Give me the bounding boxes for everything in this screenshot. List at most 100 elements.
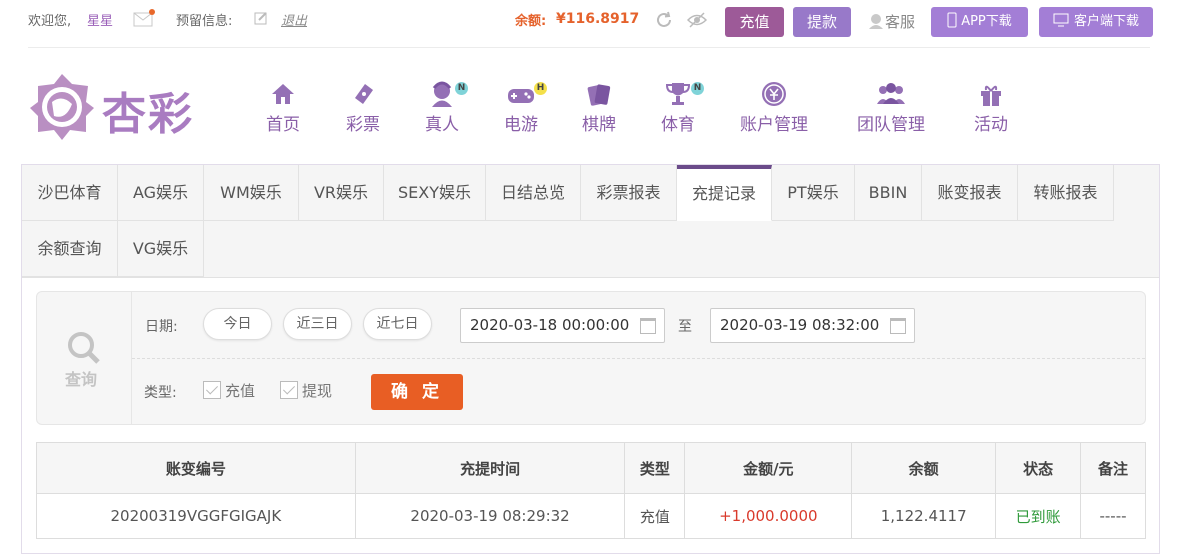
tab-balance-query[interactable]: 余额查询 [22, 221, 118, 277]
transaction-remark: ----- [1080, 493, 1146, 539]
form-divider [132, 358, 1145, 359]
transaction-id: 20200319VGGFGIGAJK [36, 493, 356, 539]
nav-live[interactable]: N 真人 [425, 80, 468, 135]
nav-account[interactable]: 账户管理 [740, 80, 808, 135]
gift-icon [981, 85, 1001, 106]
withdraw-checkbox[interactable]: 提现 [280, 380, 332, 401]
balance-label: 余额: [515, 14, 547, 29]
nav-activity[interactable]: 活动 [974, 80, 1008, 135]
home-icon [272, 84, 294, 104]
nav-label: 真人 [425, 115, 459, 135]
table-header-row: 账变编号 充提时间 类型 金额/元 余额 状态 备注 [36, 442, 1146, 494]
calendar-icon[interactable] [640, 318, 656, 334]
nav-team[interactable]: 团队管理 [857, 80, 925, 135]
client-download-button[interactable]: 客户端下载 [1039, 7, 1153, 37]
edit-icon[interactable] [254, 11, 268, 29]
tab-daily-summary[interactable]: 日结总览 [486, 165, 581, 221]
table-row: 20200319VGGFGIGAJK 2020-03-19 08:29:32 充… [36, 493, 1146, 539]
nav-label: 活动 [974, 115, 1008, 135]
phone-icon [947, 12, 957, 28]
nav-label: 彩票 [346, 115, 380, 135]
balance-value: ¥116.8917 [556, 11, 640, 27]
today-button[interactable]: 今日 [203, 308, 272, 340]
welcome-text: 欢迎您, [28, 14, 72, 29]
site-logo[interactable]: 杏彩 [28, 72, 198, 142]
last-seven-days-button[interactable]: 近七日 [363, 308, 432, 340]
hot-badge: H [534, 82, 547, 95]
report-tabs: 沙巴体育 AG娱乐 WM娱乐 VR娱乐 SEXY娱乐 日结总览 彩票报表 充提记… [22, 165, 1159, 278]
mail-icon[interactable] [133, 9, 155, 31]
last-three-days-button[interactable]: 近三日 [283, 308, 352, 340]
top-bar: 欢迎您, 星星 预留信息: 退出 余额: ¥116.8917 充值 提款 客服 … [0, 0, 1203, 38]
logout-link[interactable]: 退出 [281, 10, 307, 29]
monitor-icon [1053, 13, 1069, 27]
tab-deposit-withdraw-records[interactable]: 充提记录 [677, 165, 772, 221]
nav-label: 账户管理 [740, 115, 808, 135]
gamepad-icon [508, 89, 534, 103]
tab-pt[interactable]: PT娱乐 [772, 165, 855, 221]
column-header: 备注 [1080, 442, 1146, 494]
hide-balance-icon[interactable] [686, 11, 708, 33]
withdraw-button[interactable]: 提款 [793, 7, 851, 37]
tab-lottery-report[interactable]: 彩票报表 [581, 165, 677, 221]
reserve-info-label: 预留信息: [176, 14, 233, 29]
nav-home[interactable]: 首页 [266, 80, 300, 135]
column-header: 充提时间 [354, 442, 626, 494]
tab-vr[interactable]: VR娱乐 [299, 165, 384, 221]
nav-label: 团队管理 [857, 115, 925, 135]
tab-vg[interactable]: VG娱乐 [118, 221, 204, 277]
nav-chess[interactable]: 棋牌 [582, 80, 616, 135]
end-date-input[interactable]: 2020-03-19 08:32:00 [710, 308, 915, 343]
column-header: 金额/元 [684, 442, 853, 494]
search-icon [68, 332, 100, 364]
tab-shaba-sports[interactable]: 沙巴体育 [22, 165, 118, 221]
new-badge: N [455, 82, 468, 95]
type-label: 类型: [144, 385, 177, 401]
column-header: 状态 [995, 442, 1082, 494]
confirm-button[interactable]: 确 定 [371, 374, 463, 410]
status-badge: 已到账 [995, 493, 1082, 539]
calendar-icon[interactable] [890, 318, 906, 334]
date-to-label: 至 [678, 319, 692, 335]
live-dealer-icon [432, 81, 452, 107]
checkbox-box[interactable] [203, 381, 221, 399]
tab-ag[interactable]: AG娱乐 [118, 165, 204, 221]
tab-account-change-report[interactable]: 账变报表 [922, 165, 1018, 221]
nav-egames[interactable]: H 电游 [504, 80, 547, 135]
tab-transfer-report[interactable]: 转账报表 [1018, 165, 1114, 221]
team-icon [877, 83, 905, 104]
account-icon [762, 82, 786, 106]
refresh-icon[interactable] [655, 11, 673, 33]
tab-wm[interactable]: WM娱乐 [204, 165, 299, 221]
tab-sexy[interactable]: SEXY娱乐 [384, 165, 486, 221]
column-header: 账变编号 [36, 442, 356, 494]
column-header: 类型 [624, 442, 686, 494]
customer-service-label: 客服 [885, 13, 916, 31]
recharge-checkbox[interactable]: 充值 [203, 380, 255, 401]
nav-lottery[interactable]: 彩票 [346, 80, 380, 135]
transaction-time: 2020-03-19 08:29:32 [354, 493, 626, 539]
start-date-value: 2020-03-18 00:00:00 [470, 316, 630, 334]
checkbox-label: 充值 [225, 382, 256, 400]
app-download-button[interactable]: APP下载 [931, 7, 1028, 37]
search-label: 查询 [65, 370, 98, 389]
cards-icon [587, 84, 611, 106]
records-table: 账变编号 充提时间 类型 金额/元 余额 状态 备注 20200319VGGFG… [36, 442, 1146, 539]
client-download-label: 客户端下载 [1073, 14, 1139, 29]
app-download-label: APP下载 [961, 14, 1012, 29]
new-badge: N [691, 82, 704, 95]
nav-label: 体育 [661, 115, 695, 135]
lottery-ticket-icon [355, 84, 373, 104]
column-header: 余额 [851, 442, 997, 494]
date-label: 日期: [145, 319, 178, 335]
search-submit-area[interactable]: 查询 [37, 292, 132, 424]
nav-sports[interactable]: N 体育 [661, 80, 704, 135]
recharge-button[interactable]: 充值 [725, 7, 784, 37]
tab-bbin[interactable]: BBIN [855, 165, 922, 221]
checkbox-box[interactable] [280, 381, 298, 399]
start-date-input[interactable]: 2020-03-18 00:00:00 [460, 308, 665, 343]
search-form: 查询 日期: 今日 近三日 近七日 2020-03-18 00:00:00 至 … [36, 291, 1146, 425]
report-panel: 沙巴体育 AG娱乐 WM娱乐 VR娱乐 SEXY娱乐 日结总览 彩票报表 充提记… [21, 164, 1160, 554]
username-link[interactable]: 星星 [87, 10, 113, 29]
customer-service-link[interactable]: 客服 [867, 11, 915, 32]
